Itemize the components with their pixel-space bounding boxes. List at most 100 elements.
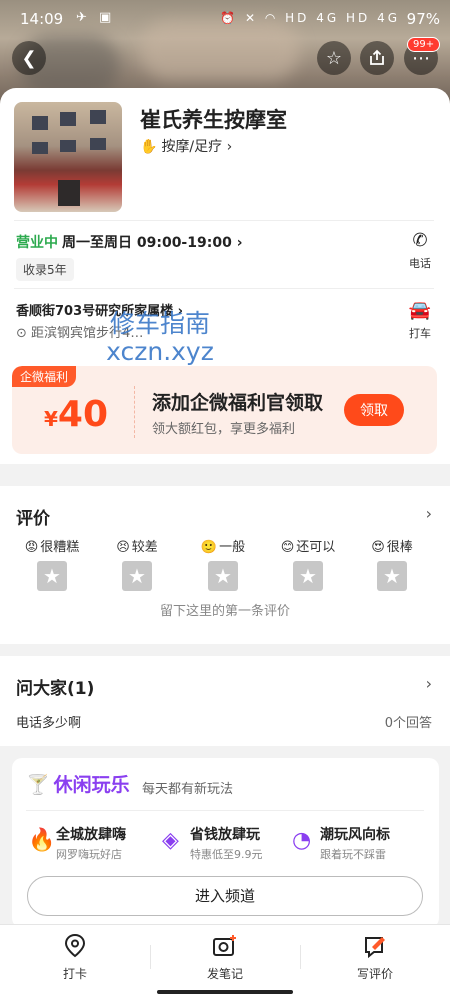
rating-label: 还可以 bbox=[296, 540, 336, 555]
star-icon: ★ bbox=[37, 561, 67, 591]
car-icon: 🚘 bbox=[408, 300, 432, 321]
coupon-value: 40 bbox=[57, 394, 109, 435]
heart-eyes-face-icon: 😍 bbox=[371, 540, 385, 555]
location-pin-icon: ⊙ bbox=[16, 326, 27, 341]
coupon-separator bbox=[134, 386, 135, 438]
review-empty-text: 留下这里的第一条评价 bbox=[159, 604, 290, 619]
feature-title: 省钱放肆玩 bbox=[190, 827, 260, 843]
chevron-right-icon: › bbox=[236, 235, 243, 251]
ask-title: 问大家(1) bbox=[16, 679, 95, 699]
coupon-banner[interactable]: 企微福利 ¥40 添加企微福利官领取 领大额红包，享更多福利 领取 bbox=[12, 366, 437, 454]
divider bbox=[14, 288, 434, 289]
feature-title: 潮玩风向标 bbox=[320, 827, 390, 843]
favorite-button[interactable]: ☆ bbox=[317, 41, 351, 75]
camera-plus-icon bbox=[150, 933, 300, 959]
massage-hand-icon: ✋ bbox=[140, 139, 158, 155]
watermark-line2: xczn.xyz bbox=[106, 337, 214, 366]
rating-option-average[interactable]: 🙂 一般 ★ bbox=[183, 536, 263, 591]
discount-tag-icon: ◈ bbox=[162, 828, 179, 853]
location-pin-icon bbox=[0, 933, 150, 959]
review-title: 评价 bbox=[16, 509, 50, 529]
smile-face-icon: 😊 bbox=[280, 540, 295, 555]
angry-face-icon: 😡 bbox=[24, 540, 39, 555]
taxi-button[interactable]: 🚘 打车 bbox=[400, 300, 440, 341]
rating-label: 很糟糕 bbox=[40, 540, 80, 555]
feature-subtitle: 特惠低至9.9元 bbox=[190, 848, 263, 861]
leisure-logo: 🍸 休闲玩乐 bbox=[26, 770, 130, 797]
watermark-line1: 修车指南 bbox=[109, 309, 210, 338]
pacman-icon: ◔ bbox=[292, 828, 312, 853]
rating-option-great[interactable]: 😍 很棒 ★ bbox=[352, 536, 432, 591]
claim-coupon-button[interactable]: 领取 bbox=[344, 394, 404, 426]
rating-option-good[interactable]: 😊 还可以 ★ bbox=[268, 536, 348, 591]
tab-label: 写评价 bbox=[356, 967, 393, 981]
chevron-right-icon[interactable]: › bbox=[426, 674, 432, 693]
coupon-tag: 企微福利 bbox=[12, 366, 77, 387]
share-button[interactable] bbox=[360, 41, 394, 75]
neutral-face-icon: 🙂 bbox=[200, 540, 218, 555]
star-icon: ★ bbox=[377, 561, 407, 591]
notification-badge: 99+ bbox=[407, 37, 441, 52]
bottom-action-bar: 打卡 发笔记 写评价 bbox=[0, 924, 450, 1000]
review-section: 评价 › 😡 很糟糕 ★ 😣 较差 ★ 🙂 一般 ★ 😊 还可以 ★ 😍 很棒 ★ 留下这… bbox=[0, 486, 450, 644]
enter-channel-button[interactable]: 进入频道 bbox=[27, 876, 423, 916]
coupon-subtitle: 领大额红包，享更多福利 bbox=[152, 422, 296, 437]
status-system-icons: ⏰ ✕ ◠ HD 4G HD 4G bbox=[220, 11, 400, 25]
opening-hours: 周一至周日 09:00-19:00 bbox=[62, 235, 232, 251]
shop-category-link[interactable]: ✋ 按摩/足疗 › bbox=[140, 136, 232, 156]
status-bar: 14:09 ✈ ▣ ⏰ ✕ ◠ HD 4G HD 4G 97% bbox=[0, 0, 450, 38]
cocktail-icon: 🍸 bbox=[26, 774, 50, 796]
share-icon bbox=[370, 49, 384, 65]
home-indicator bbox=[157, 990, 293, 994]
leisure-logo-text: 休闲玩乐 bbox=[53, 774, 130, 796]
feature-subtitle: 网罗嗨玩好店 bbox=[56, 848, 122, 861]
feature-subtitle: 跟着玩不踩雷 bbox=[320, 848, 386, 861]
rating-label: 很棒 bbox=[386, 540, 413, 555]
chevron-right-icon: › bbox=[226, 139, 233, 155]
rating-label: 较差 bbox=[131, 540, 158, 555]
write-review-tab[interactable]: 写评价 bbox=[300, 933, 450, 982]
yen-symbol: ¥ bbox=[44, 407, 58, 431]
feature-title: 全城放肆嗨 bbox=[56, 827, 126, 843]
coupon-amount: ¥40 bbox=[44, 394, 108, 435]
divider bbox=[14, 220, 434, 221]
taxi-label: 打车 bbox=[409, 327, 431, 340]
ask-answer-count: 0个回答 bbox=[384, 716, 432, 731]
back-button[interactable]: ❮ bbox=[12, 41, 46, 75]
coupon-title: 添加企微福利官领取 bbox=[152, 392, 324, 414]
rating-label: 一般 bbox=[219, 540, 246, 555]
star-outline-icon: ☆ bbox=[325, 47, 343, 69]
rating-option-poor[interactable]: 😣 较差 ★ bbox=[97, 536, 177, 591]
tab-label: 发笔记 bbox=[206, 967, 243, 981]
post-note-tab[interactable]: 发笔记 bbox=[150, 933, 300, 982]
tab-label: 打卡 bbox=[62, 967, 87, 981]
rating-option-terrible[interactable]: 😡 很糟糕 ★ bbox=[12, 536, 92, 591]
star-icon: ★ bbox=[208, 561, 238, 591]
shop-name: 崔氏养生按摩室 bbox=[140, 108, 287, 132]
star-icon: ★ bbox=[293, 561, 323, 591]
chevron-left-icon: ❮ bbox=[21, 47, 37, 69]
phone-icon: ✆ bbox=[412, 230, 428, 251]
shop-photo[interactable] bbox=[14, 102, 122, 212]
phone-button[interactable]: ✆ 电话 bbox=[400, 230, 440, 271]
edit-note-icon bbox=[300, 933, 450, 959]
ask-section[interactable]: 问大家(1) › 电话多少啊 0个回答 bbox=[0, 656, 450, 746]
status-time: 14:09 bbox=[20, 10, 64, 28]
chevron-right-icon[interactable]: › bbox=[426, 504, 432, 523]
shop-info-card: 崔氏养生按摩室 ✋ 按摩/足疗 › 营业中 周一至周日 09:00-19:00 ›… bbox=[0, 88, 450, 464]
flame-icon: 🔥 bbox=[28, 828, 56, 853]
open-status: 营业中 bbox=[16, 235, 58, 251]
sad-face-icon: 😣 bbox=[116, 540, 130, 555]
leisure-subtitle: 每天都有新玩法 bbox=[142, 782, 234, 797]
phone-label: 电话 bbox=[409, 257, 431, 270]
battery-level: 97% bbox=[406, 10, 440, 28]
listed-years-tag: 收录5年 bbox=[16, 258, 74, 281]
watermark: 修车指南 xczn.xyz bbox=[100, 310, 220, 366]
shop-category: 按摩/足疗 bbox=[161, 139, 223, 155]
divider bbox=[26, 810, 424, 811]
ask-question[interactable]: 电话多少啊 bbox=[16, 712, 81, 731]
checkin-tab[interactable]: 打卡 bbox=[0, 933, 150, 982]
opening-hours-link[interactable]: 周一至周日 09:00-19:00 › bbox=[62, 232, 242, 252]
status-notification-icons: ✈ ▣ bbox=[76, 10, 116, 25]
star-icon: ★ bbox=[122, 561, 152, 591]
